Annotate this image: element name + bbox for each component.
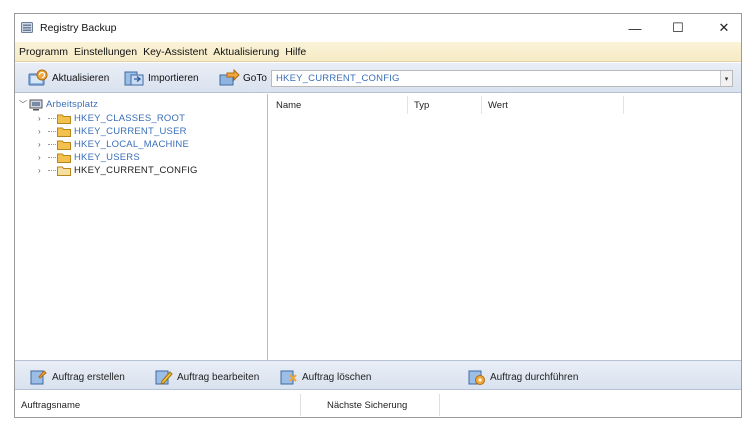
- registry-app-icon: [21, 22, 33, 33]
- tree-item-hkey-users[interactable]: › HKEY_USERS: [38, 151, 140, 164]
- edit-job-icon: [155, 370, 173, 385]
- folder-icon: [57, 153, 71, 163]
- jobs-table: Auftragsname Nächste Sicherung: [15, 391, 741, 417]
- create-job-icon: [30, 370, 47, 385]
- main-toolbar: Aktualisieren Importieren GoTo HKEY_CURR…: [15, 63, 741, 93]
- values-list: Name Typ Wert: [269, 94, 741, 360]
- import-icon: [124, 71, 144, 86]
- column-divider[interactable]: [439, 394, 440, 416]
- registry-path-value: HKEY_CURRENT_CONFIG: [276, 73, 400, 84]
- maximize-button[interactable]: ☐: [663, 18, 693, 38]
- goto-label: GoTo: [243, 72, 267, 84]
- column-header-auftragsname[interactable]: Auftragsname: [21, 400, 80, 411]
- delete-job-button[interactable]: Auftrag löschen: [279, 367, 372, 387]
- column-header-wert[interactable]: Wert: [488, 100, 508, 111]
- chevron-right-icon[interactable]: ›: [38, 153, 48, 162]
- goto-button[interactable]: GoTo: [218, 68, 267, 88]
- refresh-label: Aktualisieren: [52, 72, 110, 84]
- registry-path-combobox[interactable]: HKEY_CURRENT_CONFIG ▾: [271, 70, 733, 87]
- tree-connector: [48, 157, 56, 158]
- folder-icon: [57, 127, 71, 137]
- minimize-button[interactable]: —: [620, 18, 650, 38]
- column-divider[interactable]: [623, 96, 624, 114]
- menu-key-assistent[interactable]: Key-Assistent: [143, 46, 207, 58]
- column-divider[interactable]: [300, 394, 301, 416]
- tree-connector: [48, 144, 56, 145]
- column-header-name[interactable]: Name: [276, 100, 301, 111]
- column-header-naechste-sicherung[interactable]: Nächste Sicherung: [327, 400, 407, 411]
- create-job-button[interactable]: Auftrag erstellen: [29, 367, 125, 387]
- chevron-down-icon[interactable]: ﹀: [19, 99, 29, 110]
- tree-item-label: HKEY_USERS: [74, 152, 140, 163]
- tree-item-label: HKEY_CLASSES_ROOT: [74, 113, 186, 124]
- window-title: Registry Backup: [40, 22, 117, 34]
- run-job-button[interactable]: Auftrag durchführen: [467, 367, 578, 387]
- computer-icon: [29, 99, 43, 110]
- run-job-icon: [468, 370, 485, 385]
- run-job-label: Auftrag durchführen: [490, 371, 579, 383]
- chevron-right-icon[interactable]: ›: [38, 140, 48, 149]
- folder-icon: [57, 140, 71, 150]
- tree-item-label: HKEY_CURRENT_USER: [74, 126, 187, 137]
- registry-tree: ﹀ Arbeitsplatz › HKEY_CLASSES_ROOT › HKE…: [15, 94, 268, 360]
- chevron-right-icon[interactable]: ›: [38, 127, 48, 136]
- column-divider[interactable]: [481, 96, 482, 114]
- tree-item-label: HKEY_LOCAL_MACHINE: [74, 139, 189, 150]
- menu-bar: Programm Einstellungen Key-Assistent Akt…: [15, 42, 741, 62]
- delete-job-icon: [280, 370, 297, 385]
- tree-item-hkey-current-user[interactable]: › HKEY_CURRENT_USER: [38, 125, 187, 138]
- tree-item-arbeitsplatz[interactable]: ﹀ Arbeitsplatz: [19, 98, 98, 111]
- tree-item-hkey-current-config[interactable]: › HKEY_CURRENT_CONFIG: [38, 164, 198, 177]
- tree-connector: [48, 118, 56, 119]
- app-window: Registry Backup — ☐ ✕ Programm Einstellu…: [14, 13, 742, 418]
- import-label: Importieren: [148, 72, 199, 84]
- delete-job-label: Auftrag löschen: [302, 371, 372, 383]
- chevron-right-icon[interactable]: ›: [38, 114, 48, 123]
- tree-item-hkey-local-machine[interactable]: › HKEY_LOCAL_MACHINE: [38, 138, 189, 151]
- folder-icon: [57, 114, 71, 124]
- edit-job-label: Auftrag bearbeiten: [177, 371, 260, 383]
- chevron-right-icon[interactable]: ›: [38, 166, 48, 175]
- goto-icon: [219, 69, 240, 86]
- tree-root-label: Arbeitsplatz: [46, 99, 99, 110]
- menu-einstellungen[interactable]: Einstellungen: [74, 46, 137, 58]
- dropdown-arrow-icon[interactable]: ▾: [720, 71, 732, 86]
- folder-open-icon: [57, 166, 71, 176]
- tree-item-label: HKEY_CURRENT_CONFIG: [74, 165, 198, 176]
- column-header-typ[interactable]: Typ: [414, 100, 429, 111]
- menu-aktualisierung[interactable]: Aktualisierung: [213, 46, 279, 58]
- job-toolbar: Auftrag erstellen Auftrag bearbeiten Auf…: [15, 360, 741, 390]
- refresh-button[interactable]: Aktualisieren: [27, 68, 109, 88]
- import-button[interactable]: Importieren: [123, 68, 199, 88]
- title-bar: Registry Backup — ☐ ✕: [15, 14, 741, 42]
- edit-job-button[interactable]: Auftrag bearbeiten: [154, 367, 259, 387]
- refresh-icon: [28, 69, 48, 86]
- close-button[interactable]: ✕: [709, 18, 739, 38]
- menu-hilfe[interactable]: Hilfe: [285, 46, 306, 58]
- menu-programm[interactable]: Programm: [19, 46, 68, 58]
- column-divider[interactable]: [407, 96, 408, 114]
- create-job-label: Auftrag erstellen: [52, 371, 125, 383]
- tree-connector: [48, 170, 56, 171]
- tree-item-hkey-classes-root[interactable]: › HKEY_CLASSES_ROOT: [38, 112, 185, 125]
- tree-connector: [48, 131, 56, 132]
